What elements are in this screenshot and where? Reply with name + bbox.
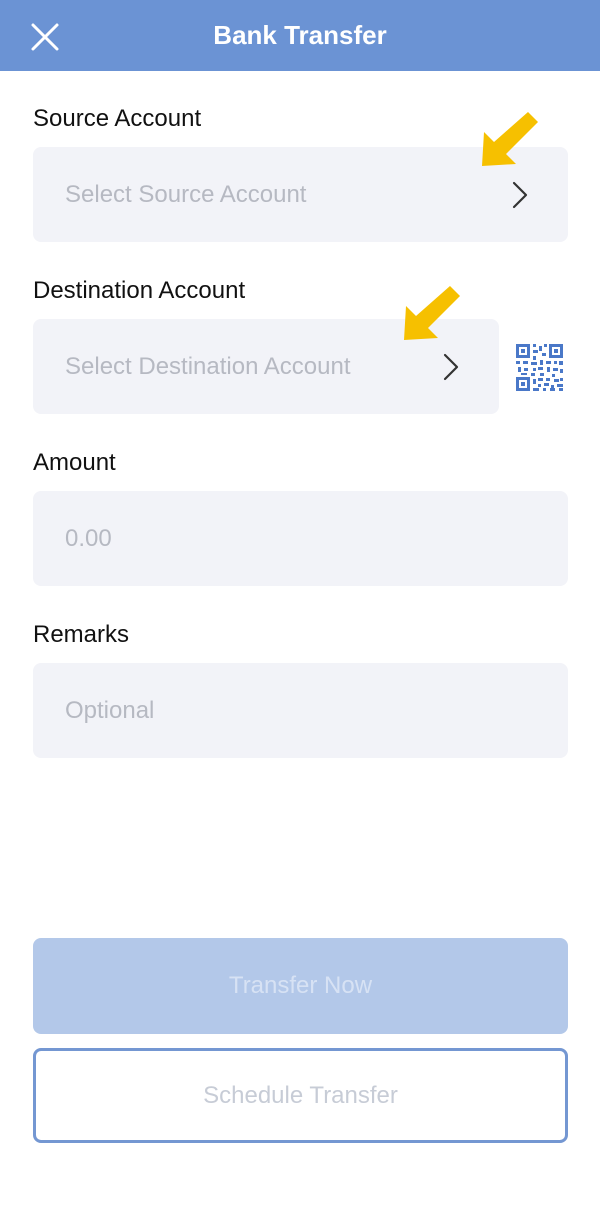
remarks-input[interactable]: Optional: [33, 663, 568, 758]
chevron-right-icon: [512, 181, 528, 209]
bank-transfer-screen: Bank Transfer Source Account Select Sour…: [0, 0, 600, 1208]
destination-account-placeholder: Select Destination Account: [65, 353, 351, 380]
pointer-arrow-icon: [482, 112, 538, 166]
header-bar: Bank Transfer: [0, 0, 600, 71]
amount-placeholder: 0.00: [65, 525, 112, 552]
qr-code-icon[interactable]: [516, 344, 563, 391]
page-title: Bank Transfer: [213, 20, 387, 50]
transfer-now-button[interactable]: Transfer Now: [33, 938, 568, 1034]
schedule-transfer-button[interactable]: Schedule Transfer: [33, 1048, 568, 1143]
chevron-right-icon: [443, 353, 459, 381]
remarks-label: Remarks: [33, 621, 130, 648]
source-account-placeholder: Select Source Account: [65, 181, 307, 208]
source-account-label: Source Account: [33, 105, 202, 132]
amount-input[interactable]: 0.00: [33, 491, 568, 586]
destination-account-label: Destination Account: [33, 277, 246, 304]
amount-label: Amount: [33, 449, 116, 476]
pointer-arrow-icon: [404, 286, 460, 340]
remarks-placeholder: Optional: [65, 697, 155, 724]
